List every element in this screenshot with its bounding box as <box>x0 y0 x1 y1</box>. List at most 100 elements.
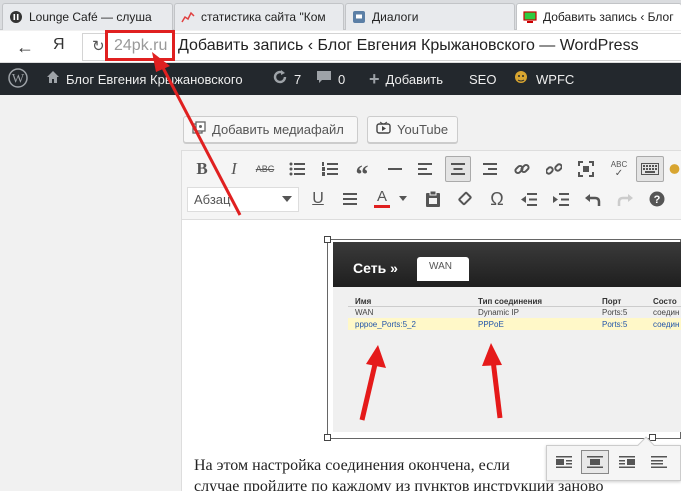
resize-handle[interactable] <box>324 434 331 441</box>
table-header: Порт <box>602 297 622 306</box>
chevron-down-icon[interactable] <box>396 187 410 211</box>
vk-dialogs-icon <box>352 10 366 24</box>
wpfc-label: WPFC <box>536 71 575 87</box>
router-section-title: Сеть » <box>353 260 398 276</box>
add-media-label: Добавить медиафайл <box>212 122 344 137</box>
youtube-icon <box>376 121 391 138</box>
seo-menu[interactable]: SEO <box>469 63 496 95</box>
add-new-menu[interactable]: + Добавить <box>369 63 443 95</box>
youtube-label: YouTube <box>397 122 449 137</box>
monitor-icon <box>523 10 537 24</box>
wpfc-menu[interactable]: WPFC <box>512 63 574 95</box>
home-icon <box>46 70 60 89</box>
tab-title: Диалоги <box>372 10 419 24</box>
seo-label: SEO <box>469 71 497 87</box>
youtube-button[interactable]: YouTube <box>367 116 458 143</box>
browser-tab[interactable]: Диалоги <box>345 3 515 30</box>
paragraph-line: случае пройдите по каждому из пунктов ин… <box>194 478 604 491</box>
comments-count: 0 <box>338 71 346 87</box>
omega-icon[interactable]: Ω <box>485 187 509 211</box>
image-align-right-icon[interactable] <box>613 450 641 474</box>
url-domain[interactable]: 24pk.ru <box>114 37 167 55</box>
indent-icon[interactable] <box>549 187 573 211</box>
browser-tab[interactable]: Lounge Café — слуша <box>2 3 173 30</box>
tab-title: Lounge Café — слуша <box>29 10 152 24</box>
yandex-logo[interactable]: Я <box>53 36 65 54</box>
table-header: Имя <box>355 297 372 306</box>
text-color-swatch <box>374 204 390 208</box>
stats-chart-icon <box>181 10 195 24</box>
comments-menu[interactable]: 0 <box>316 63 345 95</box>
screen: Lounge Café — слуша статистика сайта "Ко… <box>0 0 681 491</box>
blockquote-icon[interactable]: “ <box>350 157 374 189</box>
paragraph-line: На этом настройка соединения окончена, е… <box>194 457 510 474</box>
refresh-icon <box>272 69 288 90</box>
wp-admin-bar: W Блог Евгения Крыжановского 7 0 + Добав… <box>0 63 681 95</box>
unlink-icon[interactable] <box>542 157 566 181</box>
cheetah-icon[interactable] <box>668 157 681 181</box>
align-center-icon[interactable] <box>445 156 471 182</box>
help-icon[interactable]: ? <box>645 187 669 211</box>
text-color-icon[interactable]: A <box>370 186 394 210</box>
hr-icon[interactable] <box>383 157 407 181</box>
browser-tab-strip: Lounge Café — слуша статистика сайта "Ко… <box>0 0 681 30</box>
table-cell: Dynamic IP <box>478 308 519 317</box>
plus-icon: + <box>369 68 380 89</box>
format-select-value: Абзац <box>194 192 231 207</box>
divider <box>348 306 681 307</box>
spellcheck-icon[interactable]: ABC ✓ <box>607 157 631 181</box>
wp-logo-menu[interactable]: W <box>8 63 28 95</box>
align-left-icon[interactable] <box>413 157 437 181</box>
bullet-list-icon[interactable] <box>285 157 309 181</box>
reload-icon[interactable]: ↻ <box>92 37 105 55</box>
pause-icon <box>9 10 23 24</box>
italic-icon[interactable]: I <box>222 157 246 181</box>
table-cell: соедин <box>653 308 680 317</box>
tab-title: статистика сайта "Ком <box>201 10 326 24</box>
comment-icon <box>316 70 332 89</box>
text-color-letter: A <box>376 187 387 205</box>
router-wan-tab-label: WAN <box>429 261 452 272</box>
add-new-label: Добавить <box>385 71 443 87</box>
underline-icon[interactable]: U <box>306 187 330 211</box>
redo-icon[interactable] <box>613 187 637 211</box>
clear-format-icon[interactable] <box>453 187 477 211</box>
numbered-list-icon[interactable] <box>318 157 342 181</box>
outdent-icon[interactable] <box>517 187 541 211</box>
table-header: Состо <box>653 297 677 306</box>
site-name: Блог Евгения Крыжановского <box>66 71 243 87</box>
fullscreen-icon[interactable] <box>574 157 598 181</box>
back-icon[interactable]: ← <box>16 37 34 58</box>
align-right-icon[interactable] <box>478 157 502 181</box>
image-align-left-icon[interactable] <box>550 450 578 474</box>
resize-handle[interactable] <box>324 236 331 243</box>
browser-tab-active[interactable]: Добавить запись ‹ Блог <box>516 3 681 30</box>
add-media-button[interactable]: Добавить медиафайл <box>183 116 358 143</box>
tab-title: Добавить запись ‹ Блог <box>543 10 674 24</box>
table-cell: PPPoE <box>478 320 504 329</box>
updates-menu[interactable]: 7 <box>272 63 301 95</box>
chevron-down-icon <box>282 196 292 202</box>
table-cell: Ports:5 <box>602 308 628 317</box>
browser-tab[interactable]: статистика сайта "Ком <box>174 3 344 30</box>
site-name-menu[interactable]: Блог Евгения Крыжановского <box>46 63 243 95</box>
strikethrough-icon[interactable]: ABC <box>253 157 277 181</box>
paste-text-icon[interactable] <box>421 187 445 211</box>
updates-count: 7 <box>294 71 302 87</box>
table-cell: соедин <box>653 320 680 329</box>
wp-logo-letter: W <box>12 70 25 85</box>
undo-icon[interactable] <box>581 187 605 211</box>
bold-icon[interactable]: B <box>190 157 214 181</box>
keyboard-icon[interactable] <box>636 156 664 182</box>
image-align-none-icon[interactable] <box>645 450 673 474</box>
justify-icon[interactable] <box>338 187 362 211</box>
url-page-title[interactable]: Добавить запись ‹ Блог Евгения Крыжановс… <box>178 37 639 55</box>
image-align-center-icon[interactable] <box>581 450 609 474</box>
router-wan-tab: WAN <box>417 257 469 281</box>
table-cell: WAN <box>355 308 374 317</box>
svg-text:?: ? <box>654 194 661 206</box>
table-header: Тип соединения <box>478 297 543 306</box>
link-icon[interactable] <box>510 157 534 181</box>
cheetah-icon <box>512 69 530 90</box>
format-select[interactable]: Абзац <box>187 187 299 212</box>
